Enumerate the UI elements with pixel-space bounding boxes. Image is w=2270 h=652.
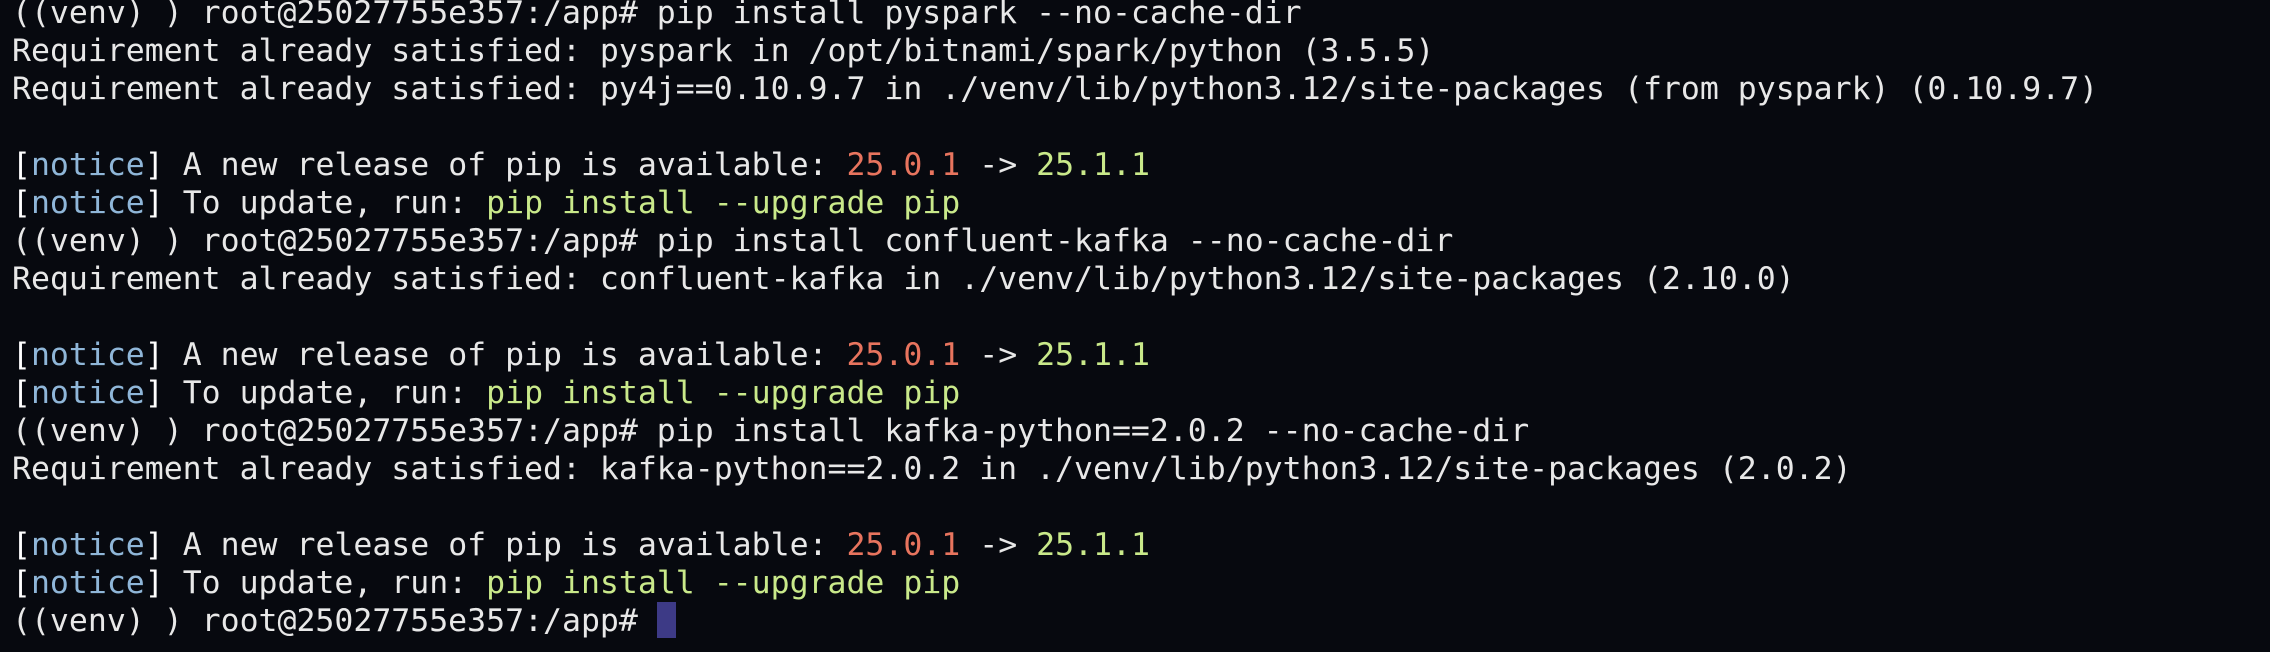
- notice-tag: notice: [30, 565, 145, 601]
- active-prompt-line[interactable]: ((venv) ) root@25027755e357:/app#: [12, 602, 2262, 640]
- command-line: ((venv) ) root@25027755e357:/app# pip in…: [12, 222, 2262, 260]
- version-arrow: ->: [960, 147, 1037, 183]
- notice-bracket-close: ]: [144, 147, 164, 183]
- old-version: 25.0.1: [846, 337, 961, 373]
- version-arrow: ->: [960, 527, 1037, 563]
- notice-release-text: A new release of pip is available:: [163, 337, 847, 373]
- notice-tag: notice: [30, 185, 145, 221]
- notice-bracket-open: [: [12, 527, 31, 563]
- notice-bracket-close: ]: [144, 527, 164, 563]
- notice-update-text: To update, run:: [163, 375, 487, 411]
- notice-tag: notice: [30, 337, 145, 373]
- notice-release-text: A new release of pip is available:: [163, 527, 847, 563]
- terminal-output: ((venv) ) root@25027755e357:/app# pip in…: [12, 0, 2262, 640]
- upgrade-command: pip install --upgrade pip: [486, 375, 961, 411]
- notice-bracket-close: ]: [144, 375, 164, 411]
- notice-tag: notice: [30, 527, 145, 563]
- old-version: 25.0.1: [846, 527, 961, 563]
- notice-bracket-close: ]: [144, 185, 164, 221]
- notice-update-text: To update, run:: [163, 565, 487, 601]
- notice-bracket-open: [: [12, 185, 31, 221]
- new-version: 25.1.1: [1036, 337, 1150, 373]
- command-text: pip install confluent-kafka --no-cache-d…: [656, 223, 1454, 259]
- new-version: 25.1.1: [1036, 147, 1150, 183]
- command-line: ((venv) ) root@25027755e357:/app# pip in…: [12, 0, 2262, 32]
- notice-tag: notice: [30, 147, 145, 183]
- notice-bracket-open: [: [12, 147, 31, 183]
- upgrade-command: pip install --upgrade pip: [486, 565, 961, 601]
- output-line: Requirement already satisfied: kafka-pyt…: [12, 451, 1852, 487]
- upgrade-command: pip install --upgrade pip: [486, 185, 961, 221]
- notice-bracket-open: [: [12, 337, 31, 373]
- command-text: pip install kafka-python==2.0.2 --no-cac…: [656, 413, 1530, 449]
- notice-update-line: [notice] To update, run: pip install --u…: [12, 374, 2262, 412]
- notice-bracket-close: ]: [144, 565, 164, 601]
- notice-update-text: To update, run:: [163, 185, 487, 221]
- new-version: 25.1.1: [1036, 527, 1150, 563]
- notice-release-line: [notice] A new release of pip is availab…: [12, 336, 2262, 374]
- notice-bracket-open: [: [12, 565, 31, 601]
- notice-update-line: [notice] To update, run: pip install --u…: [12, 184, 2262, 222]
- notice-tag: notice: [30, 375, 145, 411]
- command-line: ((venv) ) root@25027755e357:/app# pip in…: [12, 412, 2262, 450]
- prompt: ((venv) ) root@25027755e357:/app#: [12, 413, 657, 449]
- output-line: Requirement already satisfied: pyspark i…: [12, 33, 1435, 69]
- prompt: ((venv) ) root@25027755e357:/app#: [12, 603, 657, 639]
- output-line: Requirement already satisfied: py4j==0.1…: [12, 71, 2099, 107]
- terminal-window[interactable]: ((venv) ) root@25027755e357:/app# pip in…: [0, 0, 2270, 652]
- notice-bracket-open: [: [12, 375, 31, 411]
- old-version: 25.0.1: [846, 147, 961, 183]
- notice-update-line: [notice] To update, run: pip install --u…: [12, 564, 2262, 602]
- notice-release-line: [notice] A new release of pip is availab…: [12, 526, 2262, 564]
- command-text: pip install pyspark --no-cache-dir: [656, 0, 1302, 31]
- text-cursor[interactable]: [656, 602, 676, 638]
- notice-release-line: [notice] A new release of pip is availab…: [12, 146, 2262, 184]
- version-arrow: ->: [960, 337, 1037, 373]
- output-line: Requirement already satisfied: confluent…: [12, 261, 1795, 297]
- prompt: ((venv) ) root@25027755e357:/app#: [12, 223, 657, 259]
- prompt: ((venv) ) root@25027755e357:/app#: [12, 0, 657, 31]
- notice-release-text: A new release of pip is available:: [163, 147, 847, 183]
- notice-bracket-close: ]: [144, 337, 164, 373]
